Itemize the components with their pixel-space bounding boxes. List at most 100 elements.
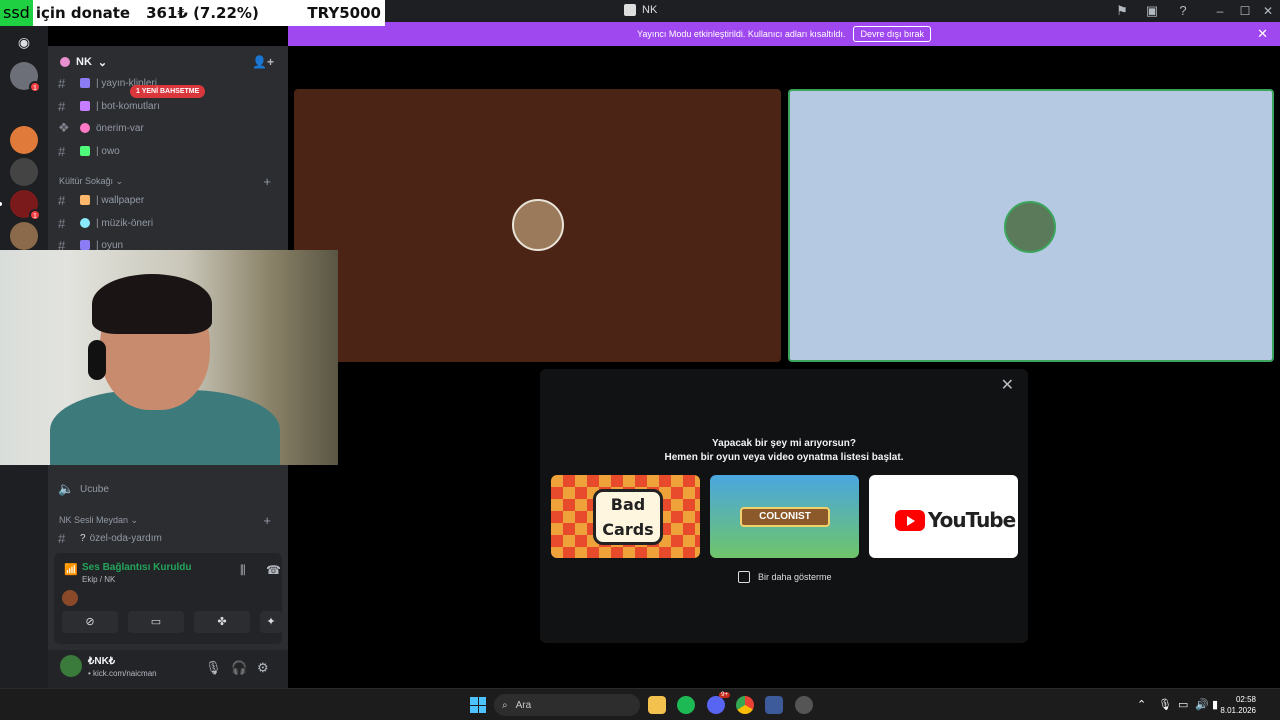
server-badge-icon (60, 57, 70, 67)
hash-icon: # (58, 143, 66, 159)
headphones-icon[interactable]: 🎧 (231, 660, 247, 676)
question-icon: ? (80, 532, 86, 544)
voice-status[interactable]: Ses Bağlantısı Kuruldu (82, 562, 191, 573)
obs-icon[interactable] (795, 696, 813, 714)
minimize-button[interactable]: – (1210, 2, 1230, 20)
channel-emoji-icon (80, 146, 90, 156)
signal-icon[interactable]: 📶 (64, 563, 78, 576)
channel-emoji-icon (80, 240, 90, 250)
colonist-logo: COLONIST (740, 507, 830, 527)
channel-item[interactable]: ❖ önerim-var (58, 118, 280, 138)
screen-share-button[interactable]: ▭ (128, 611, 184, 633)
channel-emoji-icon (80, 101, 90, 111)
category-header[interactable]: NK Sesli Meydan ⌄ + (59, 513, 279, 528)
activity-card-colonist[interactable]: COLONIST (710, 475, 859, 558)
close-icon[interactable]: ✕ (1257, 26, 1268, 42)
file-explorer-icon[interactable] (648, 696, 666, 714)
channel-item[interactable]: # | wallpaper (58, 190, 280, 210)
add-channel-icon[interactable]: + (263, 513, 271, 528)
unread-badge: 1 (29, 209, 41, 221)
taskbar: ⌕ Ara 9+ ⌃ 🎙 ▭ 🔊 ▮ 02:58 8.01.2026 (0, 688, 1280, 720)
category-header[interactable]: Kültür Sokağı ⌄ + (59, 174, 279, 189)
participant-tile-speaking[interactable] (788, 89, 1274, 362)
taskbar-search[interactable]: ⌕ Ara (494, 694, 640, 716)
app-icon[interactable] (765, 696, 783, 714)
windows-start-icon[interactable] (470, 697, 486, 713)
user-status: • kick.com/naicman (88, 669, 157, 678)
soundboard-button[interactable]: ✦ (260, 611, 282, 633)
dont-show-again-checkbox[interactable]: Bir daha gösterme (738, 571, 832, 583)
webcam-person-hair (92, 274, 212, 334)
hash-icon: # (58, 192, 66, 208)
voice-channel-item[interactable]: 🔈 Ucube (58, 479, 280, 499)
youtube-logo: YouTube (895, 508, 1016, 532)
user-avatar[interactable] (60, 655, 82, 677)
channel-item[interactable]: # | owo (58, 141, 280, 161)
tray-microphone-icon[interactable]: 🎙 (1158, 698, 1172, 711)
microphone-icon[interactable]: 🎙 (205, 660, 222, 676)
channel-emoji-icon (80, 123, 90, 133)
disconnect-icon[interactable]: ☎ (266, 563, 281, 577)
user-name[interactable]: ₺NK₺ (88, 656, 115, 667)
spotify-icon[interactable] (677, 696, 695, 714)
chrome-icon[interactable] (736, 696, 754, 714)
donation-overlay: ssd için donate 361₺ (7.22%) TRY5000 (0, 0, 385, 26)
tray-chevron-up-icon[interactable]: ⌃ (1137, 698, 1146, 711)
voice-connection-panel: 📶 Ses Bağlantısı Kuruldu Ekip / NK ⫼ ☎ ⊘… (54, 553, 282, 644)
discord-icon[interactable]: 9+ (707, 692, 730, 714)
inbox-icon[interactable]: ▣ (1144, 3, 1160, 19)
noise-suppression-icon[interactable]: ⫼ (240, 563, 246, 578)
unread-indicator (0, 202, 2, 206)
tray-battery-icon[interactable]: ▮ (1212, 698, 1218, 711)
app-icon (624, 4, 636, 16)
server-icon[interactable] (10, 126, 38, 154)
webcam-overlay (0, 250, 338, 465)
disable-streamer-mode-button[interactable]: Devre dışı bırak (853, 26, 931, 42)
channel-item[interactable]: # | müzik-öneri (58, 213, 280, 233)
channel-item[interactable]: # | bot-komutları (58, 96, 280, 116)
server-icon[interactable] (10, 222, 38, 250)
headphones-icon (80, 218, 90, 228)
server-name: NK (76, 56, 92, 68)
participant-tile[interactable] (294, 89, 781, 362)
close-button[interactable]: ✕ (1258, 2, 1278, 20)
activity-suggestion-popup: ✕ Yapacak bir şey mi arıyorsun? Hemen bi… (540, 369, 1028, 643)
donation-tag: ssd (0, 0, 33, 26)
bad-cards-logo: Bad Cards (593, 489, 663, 545)
invite-icon[interactable]: 👤+ (252, 55, 274, 69)
youtube-play-icon (895, 509, 925, 531)
activities-button[interactable]: ✤ (194, 611, 250, 633)
channel-item[interactable]: # ? özel-oda-yardım (58, 528, 280, 548)
participant-avatar[interactable] (62, 590, 78, 606)
hash-icon: # (58, 530, 66, 546)
checkbox-icon[interactable] (738, 571, 750, 583)
flag-icon[interactable]: ⚑ (1114, 3, 1130, 19)
voice-location[interactable]: Ekip / NK (82, 575, 115, 584)
popup-subtitle: Hemen bir oyun veya video oynatma listes… (664, 452, 904, 463)
user-panel: ₺NK₺ • kick.com/naicman 🎙 🎧 ⚙ (48, 650, 288, 688)
headset-icon (88, 340, 106, 380)
settings-gear-icon[interactable]: ⚙ (257, 660, 269, 676)
server-icon[interactable]: 1 (0, 190, 41, 221)
forum-icon: ❖ (58, 120, 70, 135)
activity-card-bad-cards[interactable]: Bad Cards (551, 475, 700, 558)
popup-title: Yapacak bir şey mi arıyorsun? (712, 438, 856, 449)
add-channel-icon[interactable]: + (263, 174, 271, 189)
tray-display-icon[interactable]: ▭ (1178, 698, 1188, 711)
participant-avatar (1004, 201, 1056, 253)
unread-badge: 1 (29, 81, 41, 93)
close-icon[interactable]: ✕ (1001, 375, 1014, 395)
camera-off-button[interactable]: ⊘ (62, 611, 118, 633)
banner-message: Yayıncı Modu etkinleştirildi. Kullanıcı … (637, 29, 846, 39)
server-icon[interactable] (10, 158, 38, 186)
new-mention-pill[interactable]: 1 YENİ BAHSETME (130, 85, 206, 98)
maximize-button[interactable]: ☐ (1235, 2, 1255, 20)
activity-card-youtube[interactable]: YouTube (869, 475, 1018, 558)
discord-home-icon[interactable]: ◉ (10, 28, 38, 56)
search-icon: ⌕ (502, 699, 508, 711)
tray-volume-icon[interactable]: 🔊 (1195, 698, 1209, 711)
taskbar-clock[interactable]: 02:58 8.01.2026 (1220, 694, 1256, 716)
speaker-icon: 🔈 (58, 481, 75, 496)
server-icon[interactable]: 1 (10, 62, 41, 93)
help-icon[interactable]: ? (1175, 3, 1191, 19)
